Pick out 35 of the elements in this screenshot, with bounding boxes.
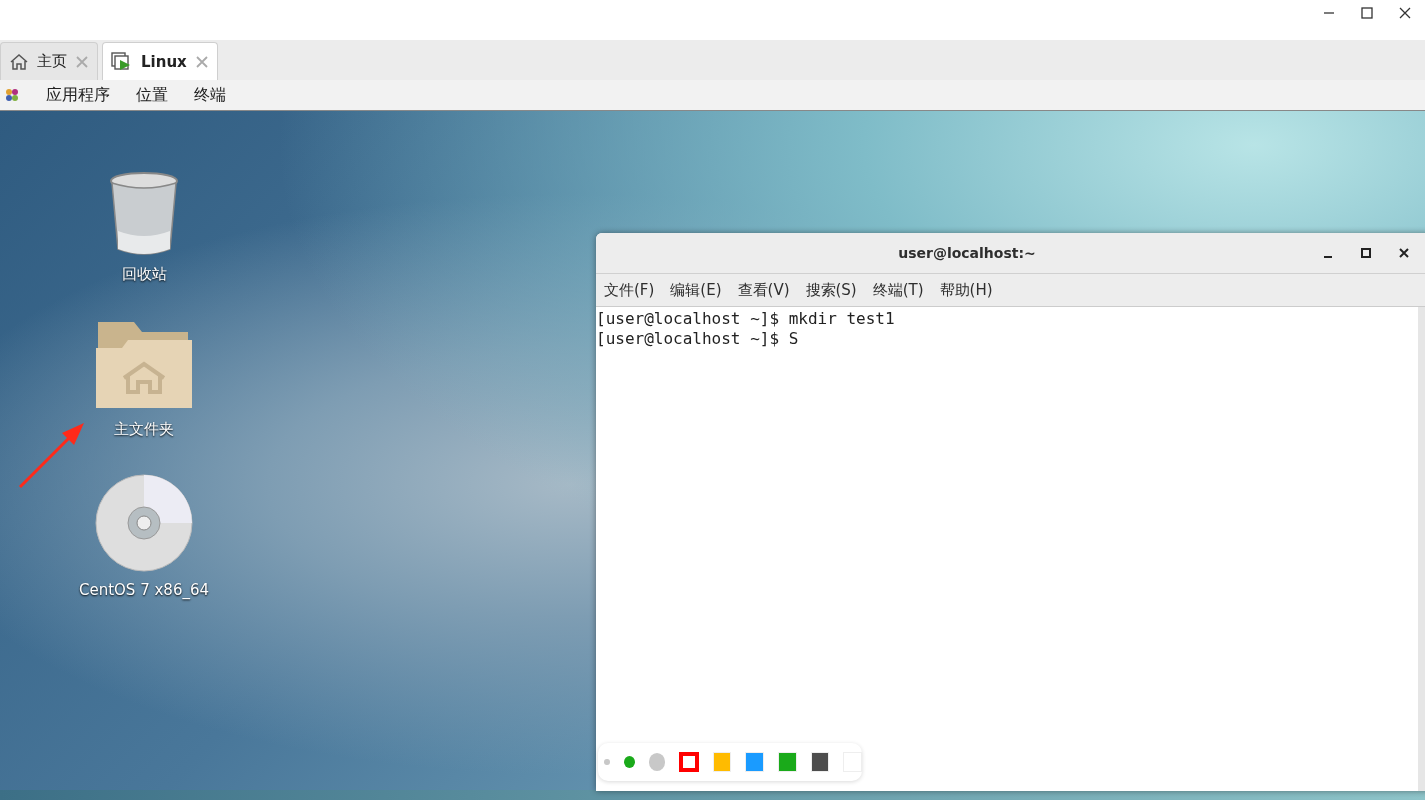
window-title: user@localhost:~ <box>897 245 1037 261</box>
tab-label: Linux <box>141 52 187 71</box>
pen-size-dot[interactable] <box>648 753 666 771</box>
menu-item[interactable]: 帮助(H) <box>939 280 993 300</box>
disc-icon <box>94 473 194 573</box>
trash-bin-icon <box>108 171 180 257</box>
tab[interactable]: 主页 <box>0 42 98 80</box>
menu-item[interactable]: 搜索(S) <box>805 280 857 300</box>
home-icon <box>9 52 29 71</box>
terminal-line: [user@localhost ~]$ S <box>596 329 800 349</box>
menu-item[interactable]: 编辑(E) <box>670 280 722 300</box>
close-icon <box>1398 6 1412 20</box>
maximize-icon <box>1360 247 1372 259</box>
terminal-line: [user@localhost ~]$ mkdir test1 <box>596 309 896 329</box>
menu-item[interactable]: 文件(F) <box>604 280 655 300</box>
color-swatch[interactable] <box>679 752 699 772</box>
desktop-icon-label[interactable]: CentOS 7 x86_64 <box>78 581 210 599</box>
close-icon[interactable] <box>194 54 209 69</box>
menu-item[interactable]: 查看(V) <box>737 280 790 300</box>
menu-item[interactable]: 应用程序 <box>46 84 110 106</box>
menu-item[interactable]: 终端(T) <box>872 280 924 300</box>
tab[interactable]: Linux <box>102 42 218 80</box>
close-icon[interactable] <box>75 54 89 69</box>
minimize-icon <box>1323 256 1333 258</box>
annotation-arrow <box>18 421 86 489</box>
desktop-icon-label[interactable]: 主文件夹 <box>114 420 174 439</box>
pen-size-dot[interactable] <box>604 759 610 765</box>
activities-icon[interactable] <box>4 87 20 103</box>
close-icon <box>1398 247 1410 259</box>
menu-item[interactable]: 位置 <box>136 84 168 106</box>
menu-item[interactable]: 终端 <box>194 84 226 106</box>
maximize-icon <box>1360 6 1374 20</box>
desktop-icon-label[interactable]: 回收站 <box>121 265 167 284</box>
tab-label: 主页 <box>37 52 67 71</box>
pen-size-dot[interactable] <box>623 756 635 768</box>
